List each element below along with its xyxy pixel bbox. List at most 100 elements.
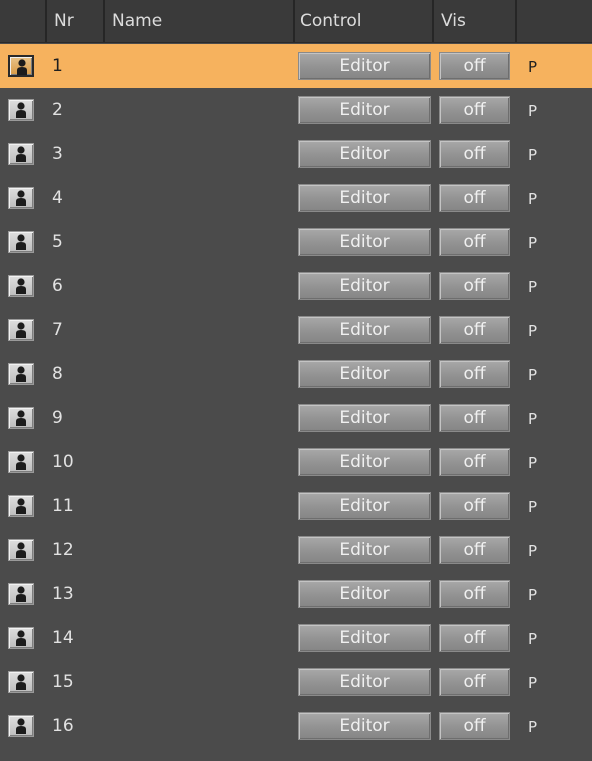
visibility-toggle-button[interactable]: off — [439, 448, 510, 476]
person-silhouette-icon[interactable] — [8, 319, 34, 341]
visibility-toggle-button[interactable]: off — [439, 404, 510, 432]
row-flag: P — [528, 322, 538, 340]
row-number: 10 — [52, 452, 74, 472]
row-number: 6 — [52, 276, 63, 296]
table-row[interactable]: 5 Editor off P — [0, 220, 592, 264]
table-row[interactable]: 7 Editor off P — [0, 308, 592, 352]
editor-button[interactable]: Editor — [298, 448, 431, 476]
table-row[interactable]: 10 Editor off P — [0, 440, 592, 484]
row-list: 1 Editor off P 2 Editor off P 3 Editor off P 4 Editor… — [0, 44, 592, 748]
editor-button[interactable]: Editor — [298, 360, 431, 388]
editor-button[interactable]: Editor — [298, 52, 431, 80]
visibility-toggle-button[interactable]: off — [439, 96, 510, 124]
table-row[interactable]: 13 Editor off P — [0, 572, 592, 616]
visibility-toggle-button[interactable]: off — [439, 668, 510, 696]
visibility-toggle-button[interactable]: off — [439, 140, 510, 168]
table-row[interactable]: 6 Editor off P — [0, 264, 592, 308]
visibility-toggle-button[interactable]: off — [439, 184, 510, 212]
table-row[interactable]: 8 Editor off P — [0, 352, 592, 396]
table-row[interactable]: 16 Editor off P — [0, 704, 592, 748]
row-number: 12 — [52, 540, 74, 560]
visibility-toggle-button[interactable]: off — [439, 492, 510, 520]
row-number: 11 — [52, 496, 74, 516]
row-flag: P — [528, 674, 538, 692]
editor-button[interactable]: Editor — [298, 536, 431, 564]
person-silhouette-icon[interactable] — [8, 187, 34, 209]
row-number: 4 — [52, 188, 63, 208]
person-silhouette-icon[interactable] — [8, 539, 34, 561]
visibility-toggle-button[interactable]: off — [439, 52, 510, 80]
header-control[interactable]: Control — [295, 0, 434, 42]
editor-button[interactable]: Editor — [298, 668, 431, 696]
table-row[interactable]: 15 Editor off P — [0, 660, 592, 704]
person-silhouette-icon[interactable] — [8, 231, 34, 253]
visibility-toggle-button[interactable]: off — [439, 580, 510, 608]
visibility-toggle-button[interactable]: off — [439, 360, 510, 388]
row-number: 16 — [52, 716, 74, 736]
row-flag: P — [528, 410, 538, 428]
editor-button[interactable]: Editor — [298, 404, 431, 432]
row-number: 8 — [52, 364, 63, 384]
editor-button[interactable]: Editor — [298, 624, 431, 652]
header-vis[interactable]: Vis — [434, 0, 517, 42]
row-flag: P — [528, 278, 538, 296]
row-number: 7 — [52, 320, 63, 340]
row-flag: P — [528, 498, 538, 516]
editor-button[interactable]: Editor — [298, 228, 431, 256]
visibility-toggle-button[interactable]: off — [439, 536, 510, 564]
table-row[interactable]: 12 Editor off P — [0, 528, 592, 572]
row-number: 1 — [52, 56, 63, 76]
row-number: 3 — [52, 144, 63, 164]
header-name[interactable]: Name — [105, 0, 295, 42]
header-icon-column[interactable] — [0, 0, 47, 42]
row-number: 14 — [52, 628, 74, 648]
person-silhouette-icon[interactable] — [8, 275, 34, 297]
person-silhouette-icon[interactable] — [8, 451, 34, 473]
table-row[interactable]: 1 Editor off P — [0, 44, 592, 88]
person-silhouette-icon[interactable] — [8, 143, 34, 165]
row-flag: P — [528, 718, 538, 736]
layer-list-panel: Nr Name Control Vis 1 Editor off P 2 Editor of… — [0, 0, 592, 761]
person-silhouette-icon[interactable] — [8, 495, 34, 517]
person-silhouette-icon[interactable] — [8, 407, 34, 429]
row-flag: P — [528, 542, 538, 560]
editor-button[interactable]: Editor — [298, 492, 431, 520]
visibility-toggle-button[interactable]: off — [439, 624, 510, 652]
row-number: 5 — [52, 232, 63, 252]
table-row[interactable]: 11 Editor off P — [0, 484, 592, 528]
row-flag: P — [528, 586, 538, 604]
row-number: 13 — [52, 584, 74, 604]
editor-button[interactable]: Editor — [298, 272, 431, 300]
editor-button[interactable]: Editor — [298, 316, 431, 344]
editor-button[interactable]: Editor — [298, 140, 431, 168]
table-row[interactable]: 14 Editor off P — [0, 616, 592, 660]
table-row[interactable]: 2 Editor off P — [0, 88, 592, 132]
row-number: 2 — [52, 100, 63, 120]
row-flag: P — [528, 234, 538, 252]
person-silhouette-icon[interactable] — [8, 671, 34, 693]
row-flag: P — [528, 102, 538, 120]
row-flag: P — [528, 630, 538, 648]
editor-button[interactable]: Editor — [298, 184, 431, 212]
editor-button[interactable]: Editor — [298, 96, 431, 124]
row-flag: P — [528, 58, 538, 76]
visibility-toggle-button[interactable]: off — [439, 712, 510, 740]
column-header: Nr Name Control Vis — [0, 0, 592, 43]
visibility-toggle-button[interactable]: off — [439, 316, 510, 344]
header-extra[interactable] — [517, 0, 592, 42]
person-silhouette-icon[interactable] — [8, 363, 34, 385]
person-silhouette-icon[interactable] — [8, 55, 34, 77]
table-row[interactable]: 3 Editor off P — [0, 132, 592, 176]
person-silhouette-icon[interactable] — [8, 583, 34, 605]
table-row[interactable]: 4 Editor off P — [0, 176, 592, 220]
visibility-toggle-button[interactable]: off — [439, 228, 510, 256]
person-silhouette-icon[interactable] — [8, 627, 34, 649]
person-silhouette-icon[interactable] — [8, 715, 34, 737]
person-silhouette-icon[interactable] — [8, 99, 34, 121]
editor-button[interactable]: Editor — [298, 580, 431, 608]
editor-button[interactable]: Editor — [298, 712, 431, 740]
header-nr[interactable]: Nr — [47, 0, 105, 42]
table-row[interactable]: 9 Editor off P — [0, 396, 592, 440]
row-number: 15 — [52, 672, 74, 692]
visibility-toggle-button[interactable]: off — [439, 272, 510, 300]
